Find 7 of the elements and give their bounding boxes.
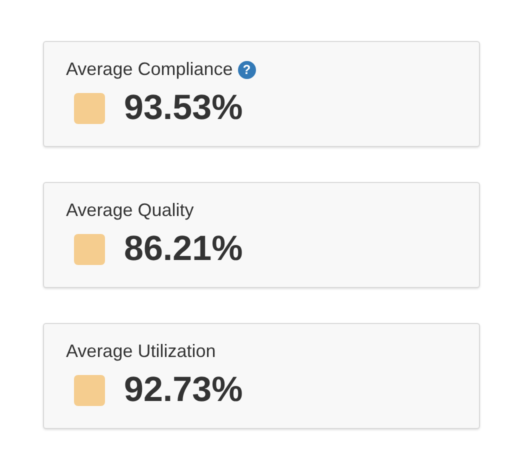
metric-title: Average Utilization: [66, 341, 216, 362]
metric-title: Average Quality: [66, 200, 194, 221]
metric-title: Average Compliance: [66, 59, 233, 80]
metric-value: 86.21%: [124, 229, 243, 269]
help-icon[interactable]: ?: [238, 60, 256, 78]
metric-value: 92.73%: [124, 370, 243, 410]
metric-value: 93.53%: [124, 88, 243, 128]
